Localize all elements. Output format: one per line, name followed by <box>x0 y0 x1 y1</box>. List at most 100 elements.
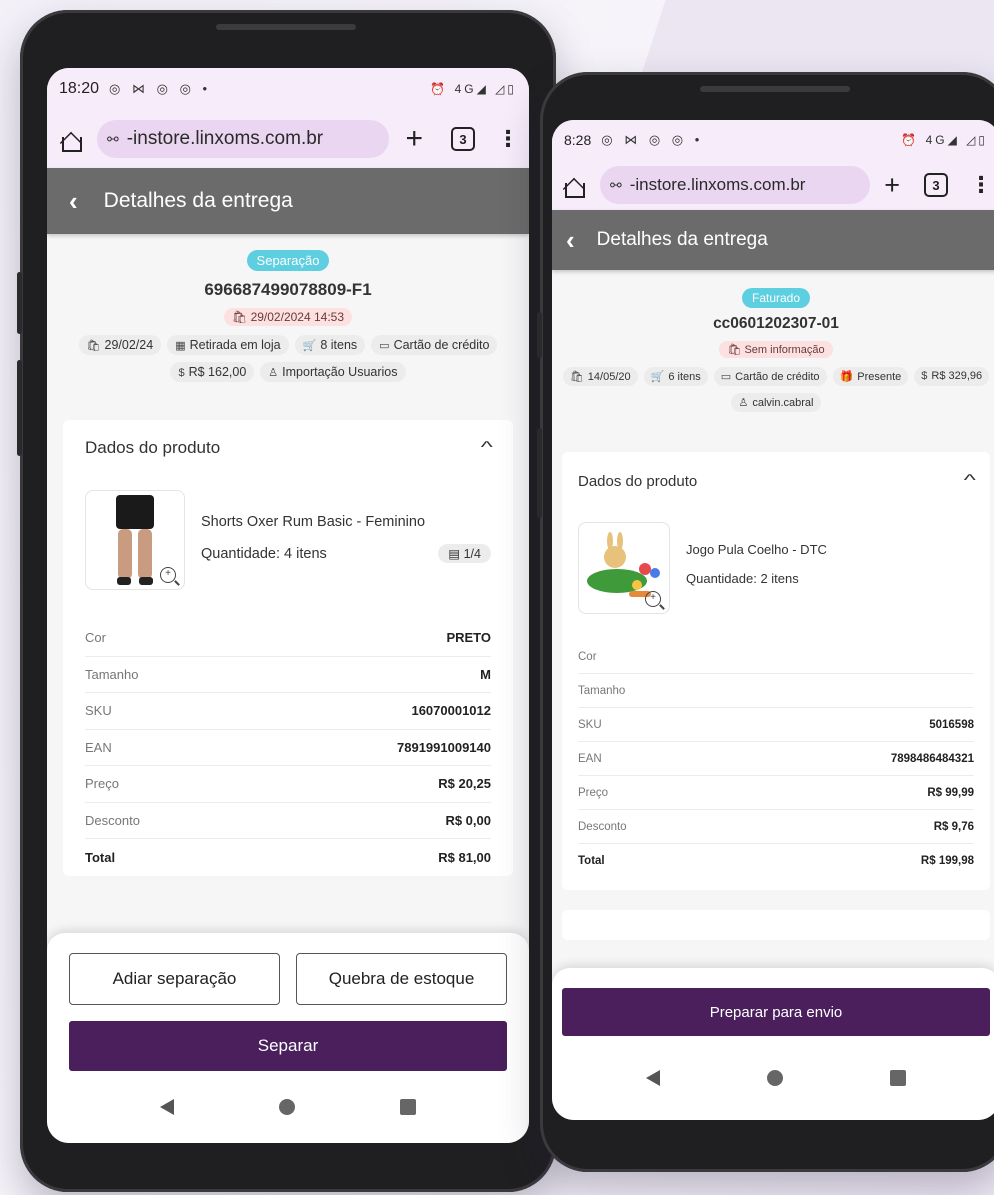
bag-icon: 🛍 <box>232 310 251 324</box>
detail-row: SKU 16070001012 <box>85 693 491 730</box>
detail-label: Tamanho <box>85 666 139 682</box>
chip-label: Cartão de crédito <box>735 371 820 383</box>
chip-items: 🛒 8 itens <box>294 335 366 355</box>
package-icon: ▤ <box>448 547 464 561</box>
volume-button <box>537 428 542 518</box>
detail-row: Tamanho <box>578 674 974 708</box>
new-tab-icon[interactable]: + <box>884 171 900 199</box>
order-date-badge: 🛍 Sem informação <box>719 341 833 358</box>
phone-frame-left: 18:20 ◎ ⋈ ◎ ◎ • ⏰ 4G◢ ◿▯ ⚯ -instore.linx… <box>17 10 556 1192</box>
product-card: Dados do produto ^ + Jogo Pula Coelho - … <box>562 452 990 890</box>
detail-value: 7898486484321 <box>890 752 974 765</box>
order-date: Sem informação <box>744 344 825 356</box>
card-title: Dados do produto <box>85 438 221 457</box>
detail-row-total: Total R$ 81,00 <box>85 839 491 876</box>
nav-home-icon[interactable] <box>766 1070 783 1086</box>
postpone-separation-button[interactable]: Adiar separação <box>69 953 280 1005</box>
site-settings-icon[interactable]: ⚯ <box>107 131 119 148</box>
detail-label: EAN <box>578 752 602 765</box>
product-name: Shorts Oxer Rum Basic - Feminino <box>201 514 426 530</box>
order-id: 696687499078809-F1 <box>204 280 372 299</box>
zoom-in-icon[interactable]: + <box>160 567 176 583</box>
order-chips: 🛍 29/02/24 ▦ Retirada em loja 🛒 8 itens ▭ Ca… <box>47 335 529 382</box>
chevron-up-icon[interactable]: ^ <box>481 439 493 457</box>
detail-label: SKU <box>85 703 112 719</box>
order-header: Separação 696687499078809-F1 🛍 29/02/202… <box>47 234 529 382</box>
nav-back-icon[interactable] <box>645 1070 660 1086</box>
address-bar[interactable]: ⚯ -instore.linxoms.com.br <box>600 166 871 204</box>
detail-value: 7891991009140 <box>397 739 491 755</box>
package-badge: ▤ 1/4 <box>438 544 491 563</box>
nav-home-icon[interactable] <box>278 1099 295 1115</box>
chevron-up-icon[interactable]: ^ <box>964 472 976 490</box>
address-bar[interactable]: ⚯ -instore.linxoms.com.br <box>97 120 390 158</box>
detail-value: R$ 99,99 <box>927 786 974 799</box>
product-details: Cor PRETO Tamanho M SKU 16070001012 EAN 7891… <box>85 620 491 876</box>
detail-row: EAN 7891991009140 <box>85 730 491 766</box>
chip-date: 🛍 29/02/24 <box>78 335 162 355</box>
browser-toolbar: ⚯ -instore.linxoms.com.br + 3 ⋮ <box>47 110 529 168</box>
product-card: Dados do produto ^ + Shorts Oxer Rum Bas… <box>63 420 513 876</box>
url-text: -instore.linxoms.com.br <box>126 128 324 149</box>
more-menu-icon[interactable]: ⋮ <box>970 174 992 196</box>
zoom-in-icon[interactable]: + <box>645 591 661 607</box>
detail-row: Preço R$ 99,99 <box>578 776 974 810</box>
tab-switcher-icon[interactable]: 3 <box>451 127 475 151</box>
chip-gift: 🎁 Presente <box>832 367 909 386</box>
detail-label: Total <box>578 855 605 867</box>
chip-user: ♙ calvin.cabral <box>731 393 821 412</box>
app-bar: ‹ Detalhes da entrega <box>552 210 994 270</box>
credit-card-icon: ▭ <box>379 340 390 352</box>
money-icon: $ <box>178 367 185 379</box>
system-icons: ⏰ 4G◢ ◿▯ <box>430 82 517 96</box>
phone-frame-right: 8:28 ◎ ⋈ ◎ ◎ • ⏰ 4G◢ ◿▯ ⚯ -instore.linxo… <box>537 72 994 1172</box>
back-arrow-icon[interactable]: ‹ <box>69 188 78 214</box>
new-tab-icon[interactable]: + <box>405 124 423 154</box>
order-date: 29/02/2024 14:53 <box>250 310 344 324</box>
chip-delivery: ▦ Retirada em loja <box>167 335 289 355</box>
nav-recents-icon[interactable] <box>890 1070 907 1086</box>
bag-icon: 🛍 <box>727 344 745 356</box>
detail-label: Desconto <box>578 820 627 833</box>
chip-label: 6 itens <box>668 371 701 383</box>
detail-label: Tamanho <box>578 684 626 697</box>
stock-break-button[interactable]: Quebra de estoque <box>296 953 507 1005</box>
product-image[interactable]: + <box>578 522 670 614</box>
product-image[interactable]: + <box>85 490 185 590</box>
card-title: Dados do produto <box>578 472 698 490</box>
status-badge: Faturado <box>741 288 811 308</box>
detail-row: Desconto R$ 9,76 <box>578 810 974 844</box>
detail-value: R$ 81,00 <box>438 849 491 865</box>
order-date-badge: 🛍 29/02/2024 14:53 <box>224 308 352 326</box>
nav-back-icon[interactable] <box>159 1099 174 1115</box>
detail-label: Preço <box>578 786 609 799</box>
system-icons: ⏰ 4G◢ ◿▯ <box>901 133 988 147</box>
detail-label: Cor <box>578 650 597 663</box>
product-details: Cor Tamanho SKU 5016598 EAN 7898486484321 … <box>578 640 974 878</box>
home-icon[interactable] <box>560 172 586 198</box>
detail-value: R$ 20,25 <box>438 776 491 792</box>
nav-recents-icon[interactable] <box>400 1099 417 1115</box>
detail-row-total: Total R$ 199,98 <box>578 844 974 878</box>
product-card-header[interactable]: Dados do produto ^ <box>85 438 493 458</box>
detail-row: Desconto R$ 0,00 <box>85 803 491 839</box>
product-card-header[interactable]: Dados do produto ^ <box>578 472 976 490</box>
phone-screen: 18:20 ◎ ⋈ ◎ ◎ • ⏰ 4G◢ ◿▯ ⚯ -instore.linx… <box>47 68 529 1143</box>
detail-row: SKU 5016598 <box>578 708 974 742</box>
prepare-shipping-button[interactable]: Preparar para envio <box>562 988 990 1036</box>
detail-row: Cor <box>578 640 974 674</box>
chip-label: Cartão de crédito <box>393 338 490 352</box>
more-menu-icon[interactable]: ⋮ <box>497 128 519 150</box>
detail-value: R$ 199,98 <box>920 855 974 867</box>
chip-label: R$ 329,96 <box>931 370 983 382</box>
site-settings-icon[interactable]: ⚯ <box>610 177 622 194</box>
tab-switcher-icon[interactable]: 3 <box>924 173 948 197</box>
status-badge: Separação <box>246 250 330 271</box>
order-id: cc0601202307-01 <box>713 315 839 332</box>
separate-button[interactable]: Separar <box>69 1021 507 1071</box>
chip-label: Retirada em loja <box>189 338 281 352</box>
home-icon[interactable] <box>57 126 83 152</box>
chip-label: 14/05/20 <box>587 371 631 383</box>
back-arrow-icon[interactable]: ‹ <box>566 227 575 253</box>
power-button <box>537 312 542 358</box>
